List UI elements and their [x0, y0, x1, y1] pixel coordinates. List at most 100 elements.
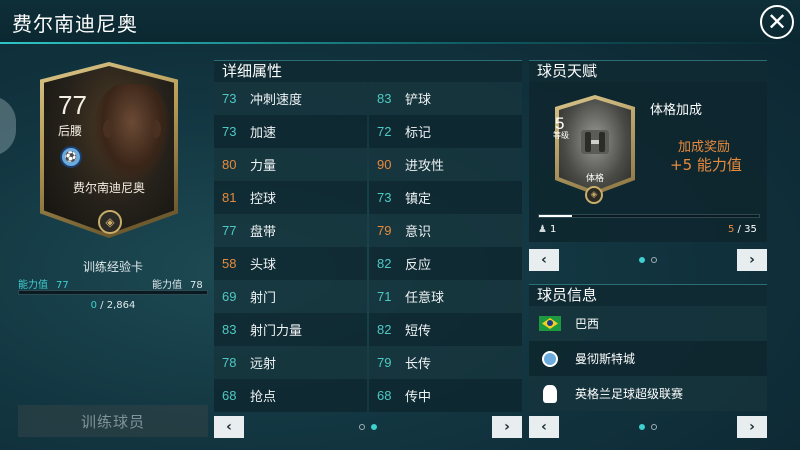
attribute-value: 82: [377, 256, 392, 271]
talent-prev-button[interactable]: ‹: [529, 249, 559, 271]
attribute-label: 任意球: [405, 291, 445, 306]
attribute-cell: 83 射门力量: [214, 313, 367, 346]
training-card-label: 训练经验卡: [82, 260, 143, 274]
attribute-value: 77: [222, 223, 237, 238]
current-power: 能力值 77: [18, 276, 69, 291]
attribute-label: 标记: [405, 126, 432, 141]
attribute-value: 78: [222, 355, 237, 370]
attribute-value: 71: [377, 289, 392, 304]
info-row-league[interactable]: 英格兰足球超级联赛: [529, 376, 767, 411]
league-text: 英格兰足球超级联赛: [575, 387, 684, 401]
attribute-value: 83: [377, 91, 392, 106]
attribute-row: 80 力量 90 进攻性: [214, 148, 522, 181]
info-next-button[interactable]: ›: [737, 416, 767, 438]
attribute-cell: 82 反应: [369, 247, 522, 280]
talent-chemistry-icon: ◈: [585, 186, 603, 204]
talent-level-label: 等级: [553, 131, 569, 140]
premier-league-logo-icon: [539, 384, 561, 403]
talent-progress-bar: [538, 214, 760, 218]
attribute-label: 力量: [250, 159, 277, 174]
talent-min: ♟ 1: [538, 224, 556, 235]
attribute-value: 82: [377, 322, 392, 337]
attribute-label: 抢点: [250, 390, 277, 405]
talent-separator: /: [734, 224, 745, 235]
attribute-cell: 82 短传: [369, 313, 522, 346]
attribute-value: 79: [377, 355, 392, 370]
page-dot[interactable]: [651, 424, 657, 430]
top-bar-accent: [0, 42, 800, 44]
attribute-label: 远射: [250, 357, 277, 372]
attribute-row: 83 射门力量 82 短传: [214, 313, 522, 346]
bonus-value: +5 能力值: [670, 156, 742, 174]
attribute-cell: 83 铲球: [369, 82, 522, 115]
attribute-cell: 79 长传: [369, 346, 522, 379]
attributes-pager: ‹ ›: [214, 414, 522, 440]
attribute-cell: 80 力量: [214, 148, 367, 181]
attribute-row: 78 远射 79 长传: [214, 346, 522, 379]
attribute-cell: 72 标记: [369, 115, 522, 148]
attribute-value: 73: [222, 124, 237, 139]
talent-progress-fill: [539, 215, 572, 217]
info-pager: ‹ ›: [529, 414, 767, 440]
attribute-label: 头球: [250, 258, 277, 273]
attribute-cell: 78 远射: [214, 346, 367, 379]
chemistry-icon: ◈: [98, 210, 122, 234]
xp-total: 2,864: [106, 300, 136, 311]
attribute-label: 控球: [250, 192, 277, 207]
attribute-value: 68: [222, 388, 237, 403]
talent-next-button[interactable]: ›: [737, 249, 767, 271]
next-power: 能力值 78: [152, 276, 203, 291]
train-player-button[interactable]: 训练球员: [18, 405, 208, 437]
attribute-value: 90: [377, 157, 392, 172]
attribute-cell: 90 进攻性: [369, 148, 522, 181]
info-title: 球员信息: [529, 284, 767, 306]
club-badge-icon: ⚽: [60, 146, 82, 168]
training-progress-bar: [18, 290, 208, 295]
attribute-cell: 68 抢点: [214, 379, 367, 412]
info-page-dots: [639, 424, 657, 430]
attribute-cell: 73 冲刺速度: [214, 82, 367, 115]
player-portrait: [95, 84, 169, 180]
attributes-title: 详细属性: [214, 60, 522, 82]
xp-separator: /: [97, 300, 107, 311]
manchester-city-badge-icon: [539, 350, 561, 367]
attribute-label: 长传: [405, 357, 432, 372]
page-dot-active[interactable]: [639, 424, 645, 430]
attribute-value: 73: [377, 190, 392, 205]
talent-progress-text: 5 / 35: [728, 224, 757, 235]
attribute-row: 68 抢点 68 传中: [214, 379, 522, 412]
attribute-label: 射门力量: [250, 324, 303, 339]
brazil-flag-icon: [539, 316, 561, 332]
info-row-club[interactable]: 曼彻斯特城: [529, 341, 767, 376]
attribute-value: 73: [222, 91, 237, 106]
attribute-cell: 77 盘带: [214, 214, 367, 247]
player-rating: 77: [58, 90, 87, 120]
player-card-name: 费尔南迪尼奥: [72, 181, 145, 195]
attribute-cell: 73 加速: [214, 115, 367, 148]
page-dot[interactable]: [651, 257, 657, 263]
talent-pager: ‹ ›: [529, 247, 767, 273]
attribute-value: 81: [222, 190, 237, 205]
attribute-cell: 73 镇定: [369, 181, 522, 214]
attribute-label: 盘带: [250, 225, 277, 240]
attribute-label: 加速: [250, 126, 277, 141]
attributes-prev-button[interactable]: ‹: [214, 416, 244, 438]
attribute-cell: 58 头球: [214, 247, 367, 280]
page-dot-active[interactable]: [639, 257, 645, 263]
attributes-next-button[interactable]: ›: [492, 416, 522, 438]
attribute-cell: 71 任意球: [369, 280, 522, 313]
close-button[interactable]: ✕: [760, 5, 794, 39]
attribute-row: 69 射门 71 任意球: [214, 280, 522, 313]
attribute-row: 73 冲刺速度 83 铲球: [214, 82, 522, 115]
attributes-table: 73 冲刺速度 83 铲球 73 加速 72 标记 80 力量 90 进攻性 81 控球 73 镇定 77 盘带 7…: [214, 82, 522, 412]
page-dot-active[interactable]: [371, 424, 377, 430]
side-emblem-icon: [0, 96, 16, 156]
info-prev-button[interactable]: ‹: [529, 416, 559, 438]
page-dot[interactable]: [359, 424, 365, 430]
info-row-nationality[interactable]: 巴西: [529, 306, 767, 341]
info-list: 巴西 曼彻斯特城 英格兰足球超级联赛: [529, 306, 767, 411]
nationality-text: 巴西: [575, 317, 600, 331]
talent-max: 35: [744, 224, 757, 235]
attribute-value: 69: [222, 289, 237, 304]
attribute-label: 镇定: [405, 192, 432, 207]
